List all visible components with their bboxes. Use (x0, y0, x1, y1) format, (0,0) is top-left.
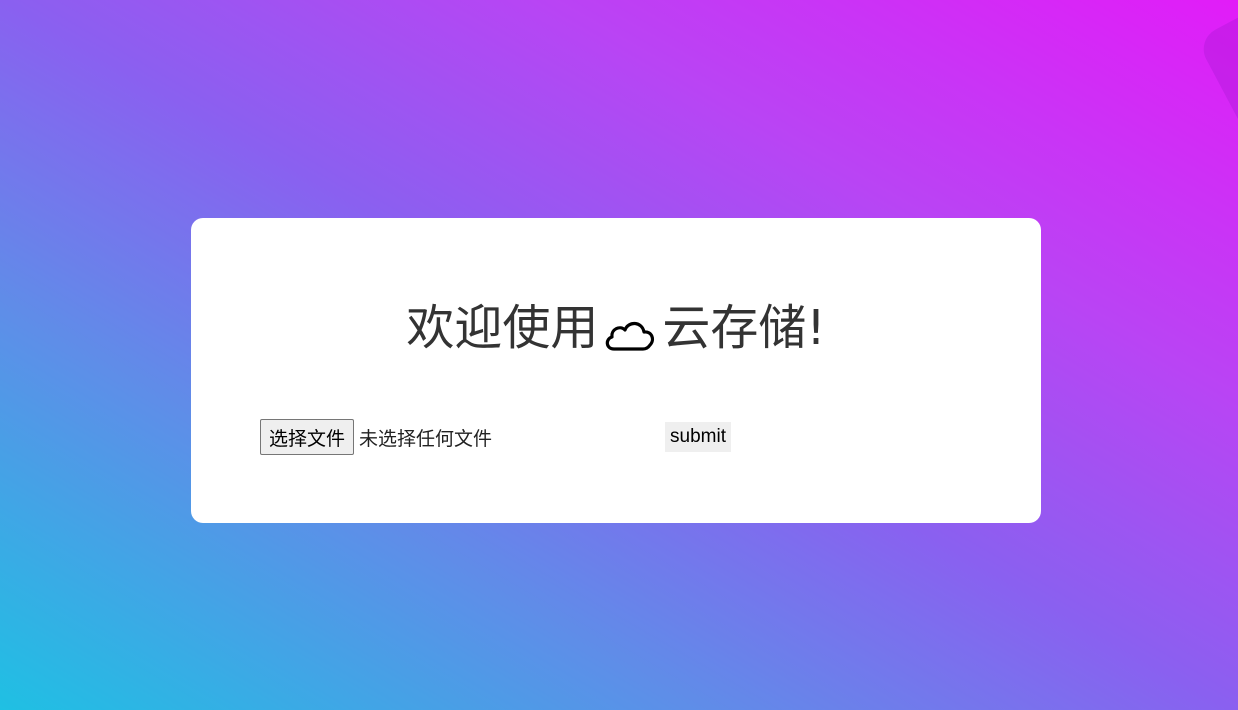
file-input[interactable]: 选择文件 未选择任何文件 (260, 418, 492, 456)
submit-button[interactable]: submit (665, 422, 731, 452)
file-status-text: 未选择任何文件 (359, 427, 493, 450)
title-text-prefix: 欢迎使用 (406, 300, 599, 356)
choose-file-button[interactable]: 选择文件 (260, 419, 355, 455)
page-title: 欢迎使用 云存储! (191, 296, 1041, 360)
upload-card: 欢迎使用 云存储! 选择文件 未选择任何文件 submit (191, 218, 1041, 523)
title-text-suffix: 云存储! (662, 300, 826, 356)
decorative-shape (1196, 0, 1238, 199)
cloud-icon (602, 307, 658, 351)
